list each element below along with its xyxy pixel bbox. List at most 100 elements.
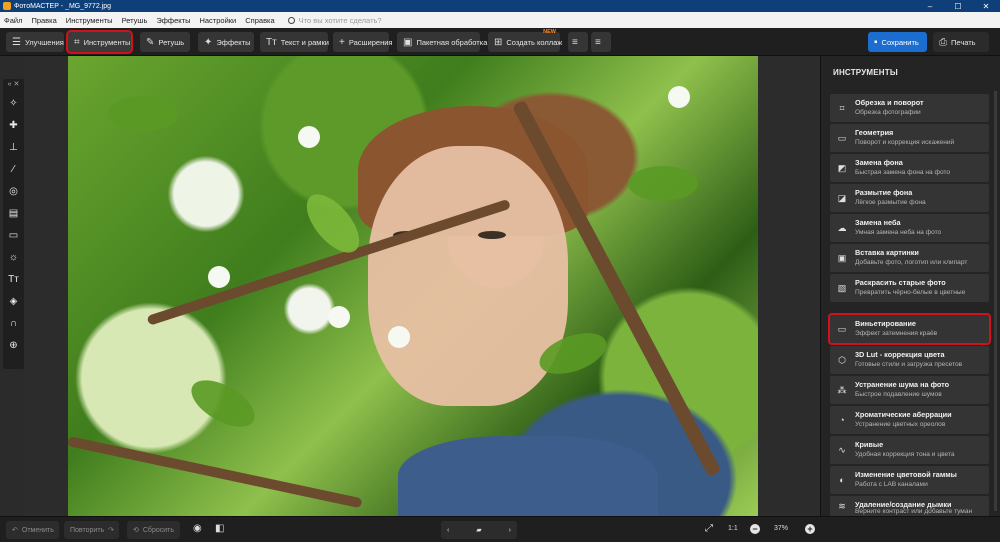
color-range-icon: ◐	[839, 475, 845, 485]
actual-size-button[interactable]: 1:1	[728, 525, 738, 532]
tool-curves[interactable]: ∿ Кривые Удобная коррекция тона и цвета	[830, 436, 989, 464]
zoom-out-button[interactable]: −	[750, 524, 760, 534]
eye-icon[interactable]: ◉	[193, 523, 202, 534]
patch-icon[interactable]: ✚	[5, 117, 22, 134]
collapse-panel-icon[interactable]: « ✕	[3, 79, 24, 91]
tool-background-replace[interactable]: ◩ Замена фона Быстрая замена фона на фот…	[830, 154, 989, 182]
tools-panel: ИНСТРУМЕНТЫ ⌗ Обрезка и поворот Обрезка …	[820, 56, 1000, 516]
tool-title: Обрезка и поворот	[855, 98, 924, 107]
batch-button[interactable]: ▣ Пакетная обработка	[397, 32, 487, 52]
extensions-button[interactable]: + Расширения	[333, 32, 392, 52]
tool-colorize[interactable]: ▧ Раскрасить старые фото Превратить чёрн…	[830, 274, 989, 302]
tool-subtitle: Быстрое подавление шумов	[855, 391, 942, 398]
compare-icon[interactable]: ◧	[215, 523, 224, 534]
tool-title: Раскрасить старые фото	[855, 278, 946, 287]
redo-button[interactable]: Повторить ↷	[64, 521, 119, 539]
close-button[interactable]: ✕	[972, 0, 1000, 12]
tool-sky-replace[interactable]: ☁ Замена неба Умная замена неба на фото	[830, 214, 989, 242]
text-frames-button[interactable]: Tт Текст и рамки	[260, 32, 329, 52]
collage-icon: ⊞	[494, 36, 503, 48]
sun-icon[interactable]: ☼	[5, 249, 22, 266]
tool-subtitle: Работа с LAB каналами	[855, 481, 928, 488]
background-blur-icon: ◪	[837, 193, 847, 203]
tool-subtitle: Добавьте фото, логотип или клипарт	[855, 259, 968, 266]
print-button[interactable]: ⎙ Печать	[933, 32, 989, 52]
text-icon: Tт	[266, 36, 277, 48]
crop-icon: ⌗	[74, 36, 80, 48]
plus-icon: +	[339, 36, 345, 48]
curves-icon: ∿	[838, 445, 846, 455]
photo-eye	[478, 231, 506, 239]
main-toolbar: ☰ Улучшения ⌗ Инструменты ✎ Ретушь ✦ Эффекты…	[0, 28, 1000, 56]
gradient-icon[interactable]: ▤	[5, 205, 22, 222]
layers-add-button[interactable]: ≡	[568, 32, 588, 52]
zoom-in-button[interactable]: +	[805, 524, 815, 534]
tool-insert-image[interactable]: ▣ Вставка картинки Добавьте фото, логоти…	[830, 244, 989, 272]
tool-3d-lut[interactable]: ⬡ 3D Lut - коррекция цвета Готовые стили…	[830, 346, 989, 374]
folder-icon[interactable]: ▰	[476, 526, 481, 534]
photo-image[interactable]	[68, 56, 758, 516]
tools-button[interactable]: ⌗ Инструменты	[66, 30, 133, 54]
globe-icon[interactable]: ⊕	[5, 337, 22, 354]
layers-remove-button[interactable]: ≡	[591, 32, 611, 52]
brush-icon[interactable]: ⁄	[5, 161, 22, 178]
menu-settings[interactable]: Настройки	[195, 16, 241, 25]
magic-wand-icon: ✦	[204, 36, 213, 48]
target-icon[interactable]: ◎	[5, 183, 22, 200]
undo-icon: ↶	[12, 527, 18, 534]
photo-flower	[208, 266, 230, 288]
effects-button[interactable]: ✦ Эффекты	[198, 32, 254, 52]
next-file-icon[interactable]: ›	[509, 527, 511, 534]
radial-icon[interactable]: ▭	[5, 227, 22, 244]
menu-effects[interactable]: Эффекты	[152, 16, 195, 25]
menu-edit[interactable]: Правка	[27, 16, 61, 25]
tool-denoise[interactable]: ⁂ Устранение шума на фото Быстрое подавл…	[830, 376, 989, 404]
extensions-label: Расширения	[348, 37, 393, 47]
insert-image-icon: ▣	[837, 253, 847, 263]
tool-subtitle: Умная замена неба на фото	[855, 229, 942, 236]
search-icon	[287, 16, 295, 24]
geometry-icon: ▭	[837, 133, 847, 143]
retouch-button[interactable]: ✎ Ретушь	[140, 32, 190, 52]
menu-tools[interactable]: Инструменты	[62, 16, 118, 25]
redo-icon: ↷	[108, 527, 115, 534]
prev-file-icon[interactable]: ‹	[447, 527, 449, 534]
undo-button[interactable]: ↶ Отменить	[6, 521, 59, 539]
wand-icon[interactable]: ✧	[5, 95, 22, 112]
improvements-label: Улучшения	[24, 37, 64, 47]
redo-label: Повторить	[70, 526, 105, 534]
photo-leaf	[108, 96, 178, 131]
tool-title: Устранение шума на фото	[855, 380, 950, 389]
text-frames-label: Текст и рамки	[280, 37, 329, 47]
text-icon[interactable]: Tт	[5, 271, 22, 288]
menu-file[interactable]: Файл	[0, 16, 27, 25]
horseshoe-icon[interactable]: ∩	[5, 315, 22, 332]
tool-color-range[interactable]: ◐ Изменение цветовой гаммы Работа с LAB …	[830, 466, 989, 494]
bucket-icon[interactable]: ◈	[5, 293, 22, 310]
improvements-button[interactable]: ☰ Улучшения	[6, 32, 64, 52]
crop-icon: ⌗	[839, 103, 845, 113]
tool-crop-rotate[interactable]: ⌗ Обрезка и поворот Обрезка фотографии	[830, 94, 989, 122]
reset-button[interactable]: ⟲ Сбросить	[127, 521, 180, 539]
search-box[interactable]: Что вы хотите сделать?	[287, 15, 382, 25]
tool-dehaze[interactable]: ≋ Удаление/создание дымки Верните контра…	[830, 496, 989, 516]
fit-screen-icon[interactable]: ⤢	[705, 523, 713, 534]
minimize-button[interactable]: –	[916, 0, 944, 12]
save-button[interactable]: ▪ Сохранить	[868, 32, 927, 52]
tool-background-blur[interactable]: ◪ Размытие фона Лёгкое размытие фона	[830, 184, 989, 212]
save-icon: ▪	[874, 36, 878, 48]
tool-vignette[interactable]: ▭ Виньетирование Эффект затемнения краёв	[828, 313, 991, 345]
maximize-button[interactable]: ☐	[944, 0, 972, 12]
collage-button[interactable]: ⊞ Создать коллаж NEW	[488, 29, 562, 52]
menu-retouch[interactable]: Ретушь	[118, 16, 153, 25]
stamp-icon[interactable]: ⊥	[5, 139, 22, 156]
tool-geometry[interactable]: ▭ Геометрия Поворот и коррекция искажени…	[830, 124, 989, 152]
tool-title: Замена фона	[855, 158, 903, 167]
tool-title: Виньетирование	[855, 319, 916, 328]
tool-chromatic[interactable]: ◔ Хроматические аберрации Устранение цве…	[830, 406, 989, 434]
left-toolbar: « ✕ ✧ ✚ ⊥ ⁄ ◎ ▤ ▭ ☼ Tт ◈ ∩ ⊕	[3, 79, 24, 369]
chromatic-icon: ◔	[839, 415, 845, 425]
panel-scrollbar[interactable]	[994, 91, 997, 511]
search-placeholder: Что вы хотите сделать?	[298, 15, 382, 25]
menu-help[interactable]: Справка	[241, 16, 279, 25]
